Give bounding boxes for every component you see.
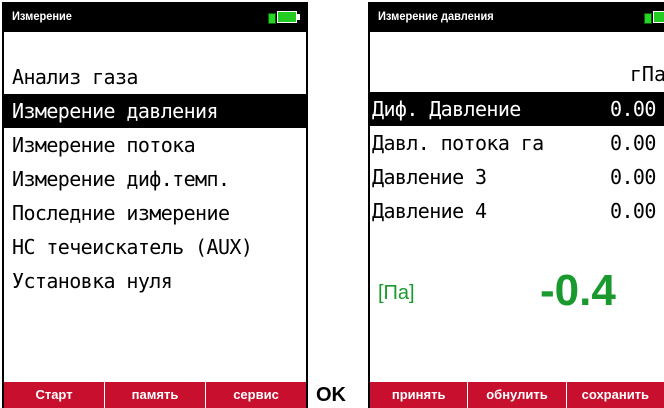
pressure-row[interactable]: Диф. Давление 0.00 — [370, 92, 664, 126]
softkey-save[interactable]: сохранить — [567, 382, 664, 408]
pressure-row-value: 0.00 — [610, 165, 656, 189]
pressure-row-label: Давление 4 — [372, 199, 487, 223]
menu-item[interactable]: Анализ газа — [4, 60, 306, 94]
menu-item[interactable]: Измерение потока — [4, 128, 306, 162]
status-bar: Измерение давления — [370, 4, 664, 32]
softkey-bar: принять обнулить сохранить — [370, 382, 664, 408]
pressure-row-value: 0.00 — [610, 97, 656, 121]
battery-plugged-icon — [644, 10, 664, 26]
screen-title: Измерение — [12, 9, 72, 23]
pressure-row-label: Давл. потока га — [372, 131, 544, 155]
status-bar: Измерение — [4, 4, 306, 32]
pressure-row[interactable]: Давление 3 0.00 — [370, 160, 664, 194]
battery-plugged-icon — [268, 10, 302, 26]
pressure-measurement-screen: Измерение давления гПа Диф. Давление 0.00… — [368, 2, 664, 408]
pressure-row-value: 0.00 — [610, 131, 656, 155]
screen-title: Измерение давления — [378, 9, 494, 23]
pressure-row-value: 0.00 — [610, 199, 656, 223]
menu-item[interactable]: Измерение давления — [4, 94, 306, 128]
pressure-row-label: Давление 3 — [372, 165, 487, 189]
pressure-row[interactable]: Давление 4 0.00 — [370, 194, 664, 228]
softkey-service[interactable]: сервис — [206, 382, 306, 408]
big-pressure-value: -0.4 — [540, 266, 616, 315]
softkey-bar: Старт память сервис — [4, 382, 306, 408]
big-value-unit: [Па] — [378, 282, 415, 304]
softkey-zero[interactable]: обнулить — [468, 382, 567, 408]
menu-item[interactable]: Установка нуля — [4, 264, 306, 298]
pressure-row[interactable]: Давл. потока га 0.00 — [370, 126, 664, 160]
unit-header: гПа — [629, 62, 664, 86]
menu-item[interactable]: Последние измерение — [4, 196, 306, 230]
menu-item[interactable]: Измерение диф.темп. — [4, 162, 306, 196]
softkey-memory[interactable]: память — [105, 382, 206, 408]
menu-item[interactable]: HC течеискатель (AUX) — [4, 230, 306, 264]
measurement-menu-screen: Измерение Анализ газа Измерение давления И… — [2, 2, 308, 408]
pressure-row-label: Диф. Давление — [372, 97, 521, 121]
softkey-start[interactable]: Старт — [4, 382, 105, 408]
pressure-list: Диф. Давление 0.00 Давл. потока га 0.00 Давл… — [370, 92, 664, 228]
softkey-accept[interactable]: принять — [370, 382, 469, 408]
measurement-menu: Анализ газа Измерение давления Измерение п… — [4, 60, 306, 298]
ok-key-label: OK — [316, 384, 346, 406]
